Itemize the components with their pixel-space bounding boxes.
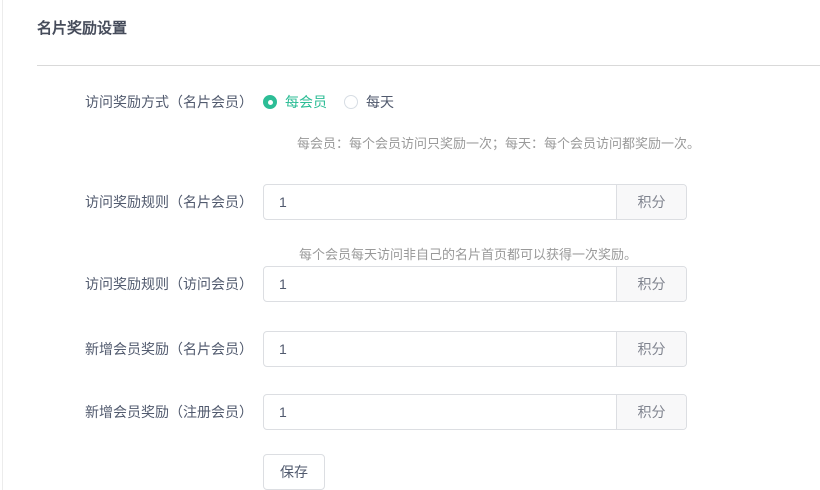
- reward-mode-radio-group: 每会员 每天: [263, 92, 394, 112]
- new-member-register-unit: 积分: [616, 395, 686, 429]
- visit-rule-card-input-group: 积分: [263, 184, 687, 220]
- reward-mode-label: 访问奖励方式（名片会员）: [37, 92, 253, 112]
- visit-rule-visitor-label: 访问奖励规则（访问会员）: [37, 274, 253, 294]
- radio-unselected-icon: [344, 95, 358, 109]
- new-member-register-input[interactable]: [264, 395, 616, 429]
- form-row-reward-mode: 访问奖励方式（名片会员） 每会员 每天: [37, 92, 820, 112]
- visit-rule-visitor-helper-text: 每个会员每天访问非自己的名片首页都可以获得一次奖励。: [299, 247, 820, 263]
- new-member-card-input[interactable]: [264, 332, 616, 366]
- new-member-card-unit: 积分: [616, 332, 686, 366]
- visit-rule-visitor-input[interactable]: [264, 267, 616, 301]
- form-row-new-member-card: 新增会员奖励（名片会员） 积分: [37, 331, 820, 367]
- radio-selected-icon: [263, 95, 277, 109]
- new-member-card-label: 新增会员奖励（名片会员）: [37, 339, 253, 359]
- page-title: 名片奖励设置: [37, 20, 820, 37]
- visit-rule-card-label: 访问奖励规则（名片会员）: [37, 192, 253, 212]
- form-row-visit-rule-card: 访问奖励规则（名片会员） 积分: [37, 184, 820, 220]
- radio-per-day[interactable]: 每天: [344, 92, 394, 112]
- settings-panel: 名片奖励设置 访问奖励方式（名片会员） 每会员 每天 每会员：每个会员访问只奖励…: [2, 0, 820, 490]
- form-row-visit-rule-visitor: 访问奖励规则（访问会员） 积分: [37, 266, 820, 302]
- radio-per-member-label: 每会员: [285, 92, 327, 112]
- visit-rule-visitor-unit: 积分: [616, 267, 686, 301]
- visit-rule-card-unit: 积分: [616, 185, 686, 219]
- form-row-new-member-register: 新增会员奖励（注册会员） 积分: [37, 394, 820, 430]
- title-divider: [37, 65, 820, 66]
- radio-per-member[interactable]: 每会员: [263, 92, 327, 112]
- radio-per-day-label: 每天: [366, 92, 394, 112]
- save-button[interactable]: 保存: [263, 454, 325, 490]
- new-member-register-label: 新增会员奖励（注册会员）: [37, 402, 253, 422]
- save-row: 保存: [263, 454, 820, 490]
- visit-rule-card-input[interactable]: [264, 185, 616, 219]
- new-member-register-input-group: 积分: [263, 394, 687, 430]
- visit-rule-visitor-input-group: 积分: [263, 266, 687, 302]
- reward-mode-helper-text: 每会员：每个会员访问只奖励一次；每天：每个会员访问都奖励一次。: [297, 136, 820, 152]
- new-member-card-input-group: 积分: [263, 331, 687, 367]
